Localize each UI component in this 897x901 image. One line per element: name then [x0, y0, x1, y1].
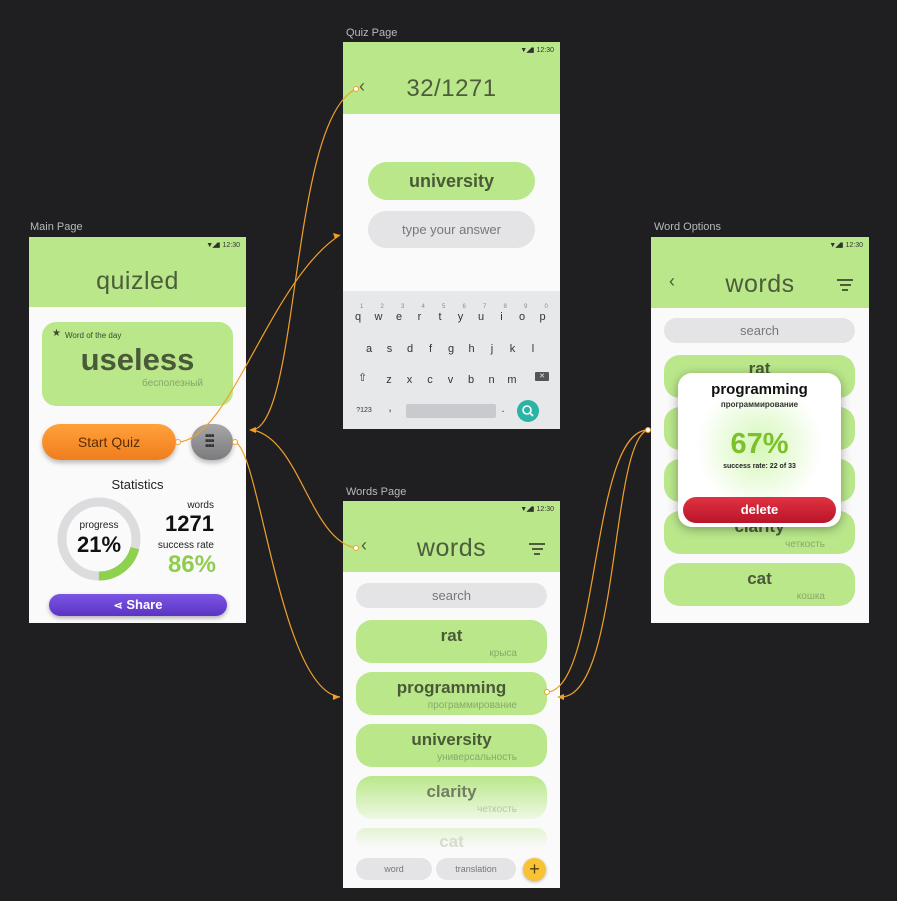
connector-start-quiz-to-quiz	[177, 234, 341, 443]
connector-grid-to-words	[234, 441, 341, 698]
connector-dot	[353, 545, 359, 551]
connector-programming-to-options	[546, 429, 649, 693]
arrow-head	[333, 694, 340, 700]
connector-dot	[175, 439, 181, 445]
connector-dot	[544, 689, 550, 695]
arrow-head	[557, 694, 564, 700]
connector-dot	[353, 86, 359, 92]
connector-dot	[232, 439, 238, 445]
connector-grid-to-quiz-back	[252, 88, 357, 431]
connector-quiz-back	[252, 429, 357, 549]
connector-options-back	[559, 429, 649, 698]
flow-connectors	[175, 86, 651, 700]
connector-dot	[645, 427, 651, 433]
arrow-head	[249, 427, 256, 433]
